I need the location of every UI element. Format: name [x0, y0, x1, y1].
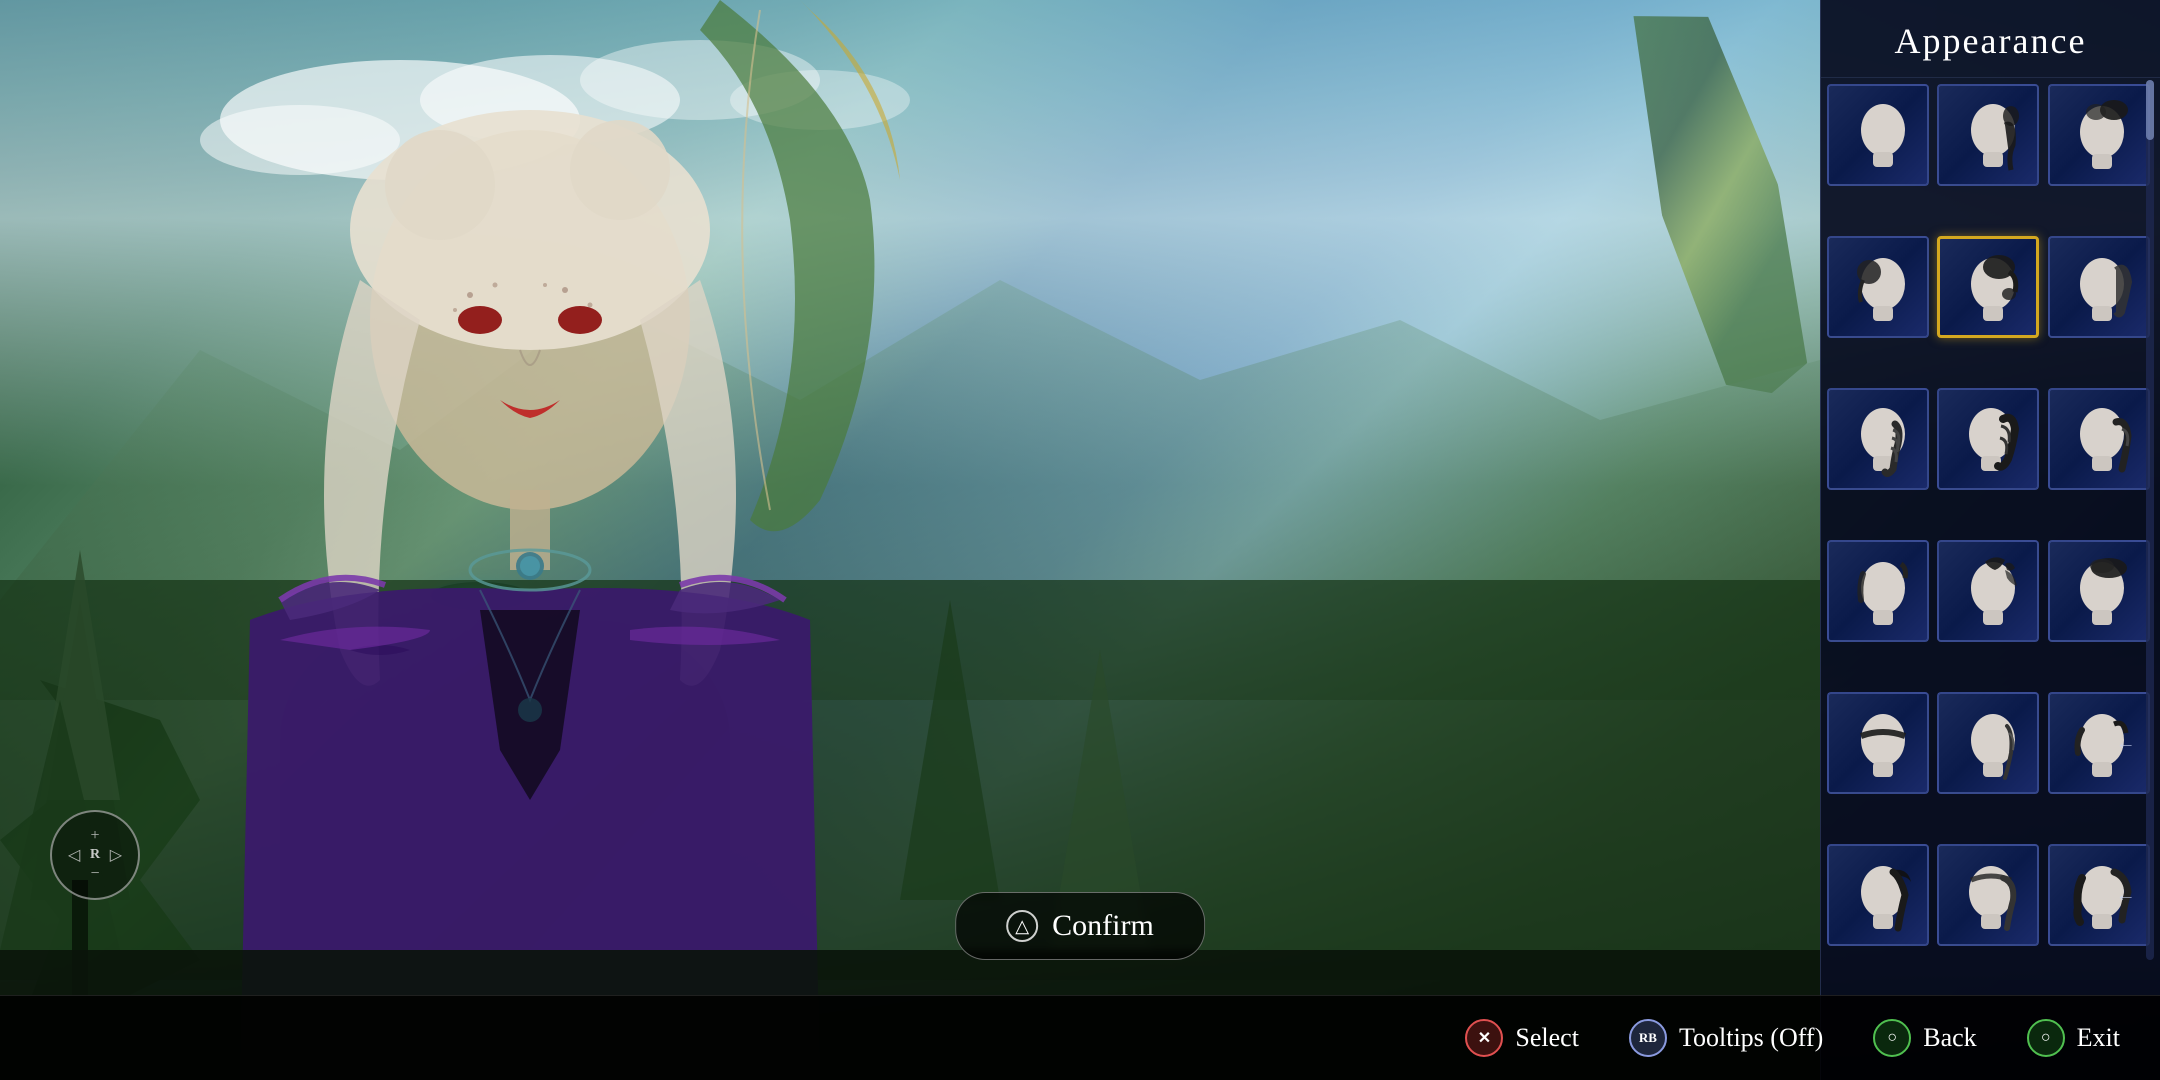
right-panel: Appearance: [1820, 0, 2160, 1080]
row-down-arrow-14: ←: [2116, 732, 2136, 755]
circle-back-icon: ○: [1873, 1019, 1911, 1057]
compass-r-label: R: [90, 847, 100, 863]
hair-option-9[interactable]: [1827, 540, 1929, 642]
hair-style-16-svg: [1943, 850, 2033, 940]
hair-style-5-svg: [2054, 242, 2144, 332]
hair-option-12[interactable]: [1827, 692, 1929, 794]
row-down-arrow-17: ←: [2116, 884, 2136, 907]
compass-arrows: + − ◁ ▷ R: [90, 847, 100, 863]
hair-style-4-svg: [1943, 242, 2033, 332]
hair-style-9-svg: [1833, 546, 1923, 636]
action-exit-label: Exit: [2077, 1023, 2120, 1053]
action-tooltips[interactable]: RB Tooltips (Off): [1629, 1019, 1823, 1057]
hair-style-2-svg: [2054, 90, 2144, 180]
hair-option-16[interactable]: [1937, 844, 2039, 946]
character-choker: [430, 580, 530, 610]
rb-icon: RB: [1629, 1019, 1667, 1057]
hair-style-12-svg: [1833, 698, 1923, 788]
hair-style-10-svg: [1943, 546, 2033, 636]
hair-style-0-svg: [1833, 90, 1923, 180]
bottom-bar: ✕ Select RB Tooltips (Off) ○ Back ○ Exit: [0, 995, 2160, 1080]
hair-option-14[interactable]: ←: [2048, 692, 2150, 794]
compass-down-arrow: −: [90, 865, 99, 883]
confirm-label: Confirm: [1052, 909, 1154, 943]
hair-option-2[interactable]: [2048, 84, 2150, 186]
hair-option-3[interactable]: [1827, 236, 1929, 338]
hair-option-17[interactable]: ←: [2048, 844, 2150, 946]
hair-style-3-svg: [1833, 242, 1923, 332]
character-armor: [280, 620, 730, 1020]
compass-up-arrow: +: [90, 827, 99, 845]
hair-option-10[interactable]: [1937, 540, 2039, 642]
hair-style-8-svg: [2054, 394, 2144, 484]
hair-option-1[interactable]: [1937, 84, 2039, 186]
confirm-button[interactable]: △ Confirm: [955, 892, 1205, 960]
hair-style-15-svg: [1833, 850, 1923, 940]
hair-grid: ←: [1821, 78, 2160, 998]
compass-left-arrow: ◁: [68, 845, 80, 865]
action-back-label: Back: [1923, 1023, 1976, 1053]
hair-style-6-svg: [1833, 394, 1923, 484]
hair-style-11-svg: [2054, 546, 2144, 636]
confirm-icon: △: [1006, 910, 1038, 942]
action-select-label: Select: [1515, 1023, 1579, 1053]
cross-icon: ✕: [1465, 1019, 1503, 1057]
hair-option-11[interactable]: [2048, 540, 2150, 642]
hair-option-13[interactable]: [1937, 692, 2039, 794]
hair-option-7[interactable]: [1937, 388, 2039, 490]
compass-right-arrow: ▷: [110, 845, 122, 865]
compass-inner: + − ◁ ▷ R: [60, 820, 130, 890]
action-tooltips-label: Tooltips (Off): [1679, 1023, 1823, 1053]
hair-option-5[interactable]: [2048, 236, 2150, 338]
hair-option-8[interactable]: [2048, 388, 2150, 490]
hair-style-7-svg: [1943, 394, 2033, 484]
action-exit[interactable]: ○ Exit: [2027, 1019, 2120, 1057]
hair-style-1-svg: [1943, 90, 2033, 180]
compass[interactable]: + − ◁ ▷ R: [50, 810, 140, 900]
hair-style-13-svg: [1943, 698, 2033, 788]
scroll-track[interactable]: [2146, 80, 2154, 960]
hair-option-6[interactable]: [1827, 388, 1929, 490]
hair-option-15[interactable]: [1827, 844, 1929, 946]
hair-option-0[interactable]: [1827, 84, 1929, 186]
circle-exit-icon: ○: [2027, 1019, 2065, 1057]
scroll-thumb[interactable]: [2146, 80, 2154, 140]
hair-option-4[interactable]: [1937, 236, 2039, 338]
action-select[interactable]: ✕ Select: [1465, 1019, 1579, 1057]
action-back[interactable]: ○ Back: [1873, 1019, 1976, 1057]
panel-title: Appearance: [1821, 0, 2160, 78]
